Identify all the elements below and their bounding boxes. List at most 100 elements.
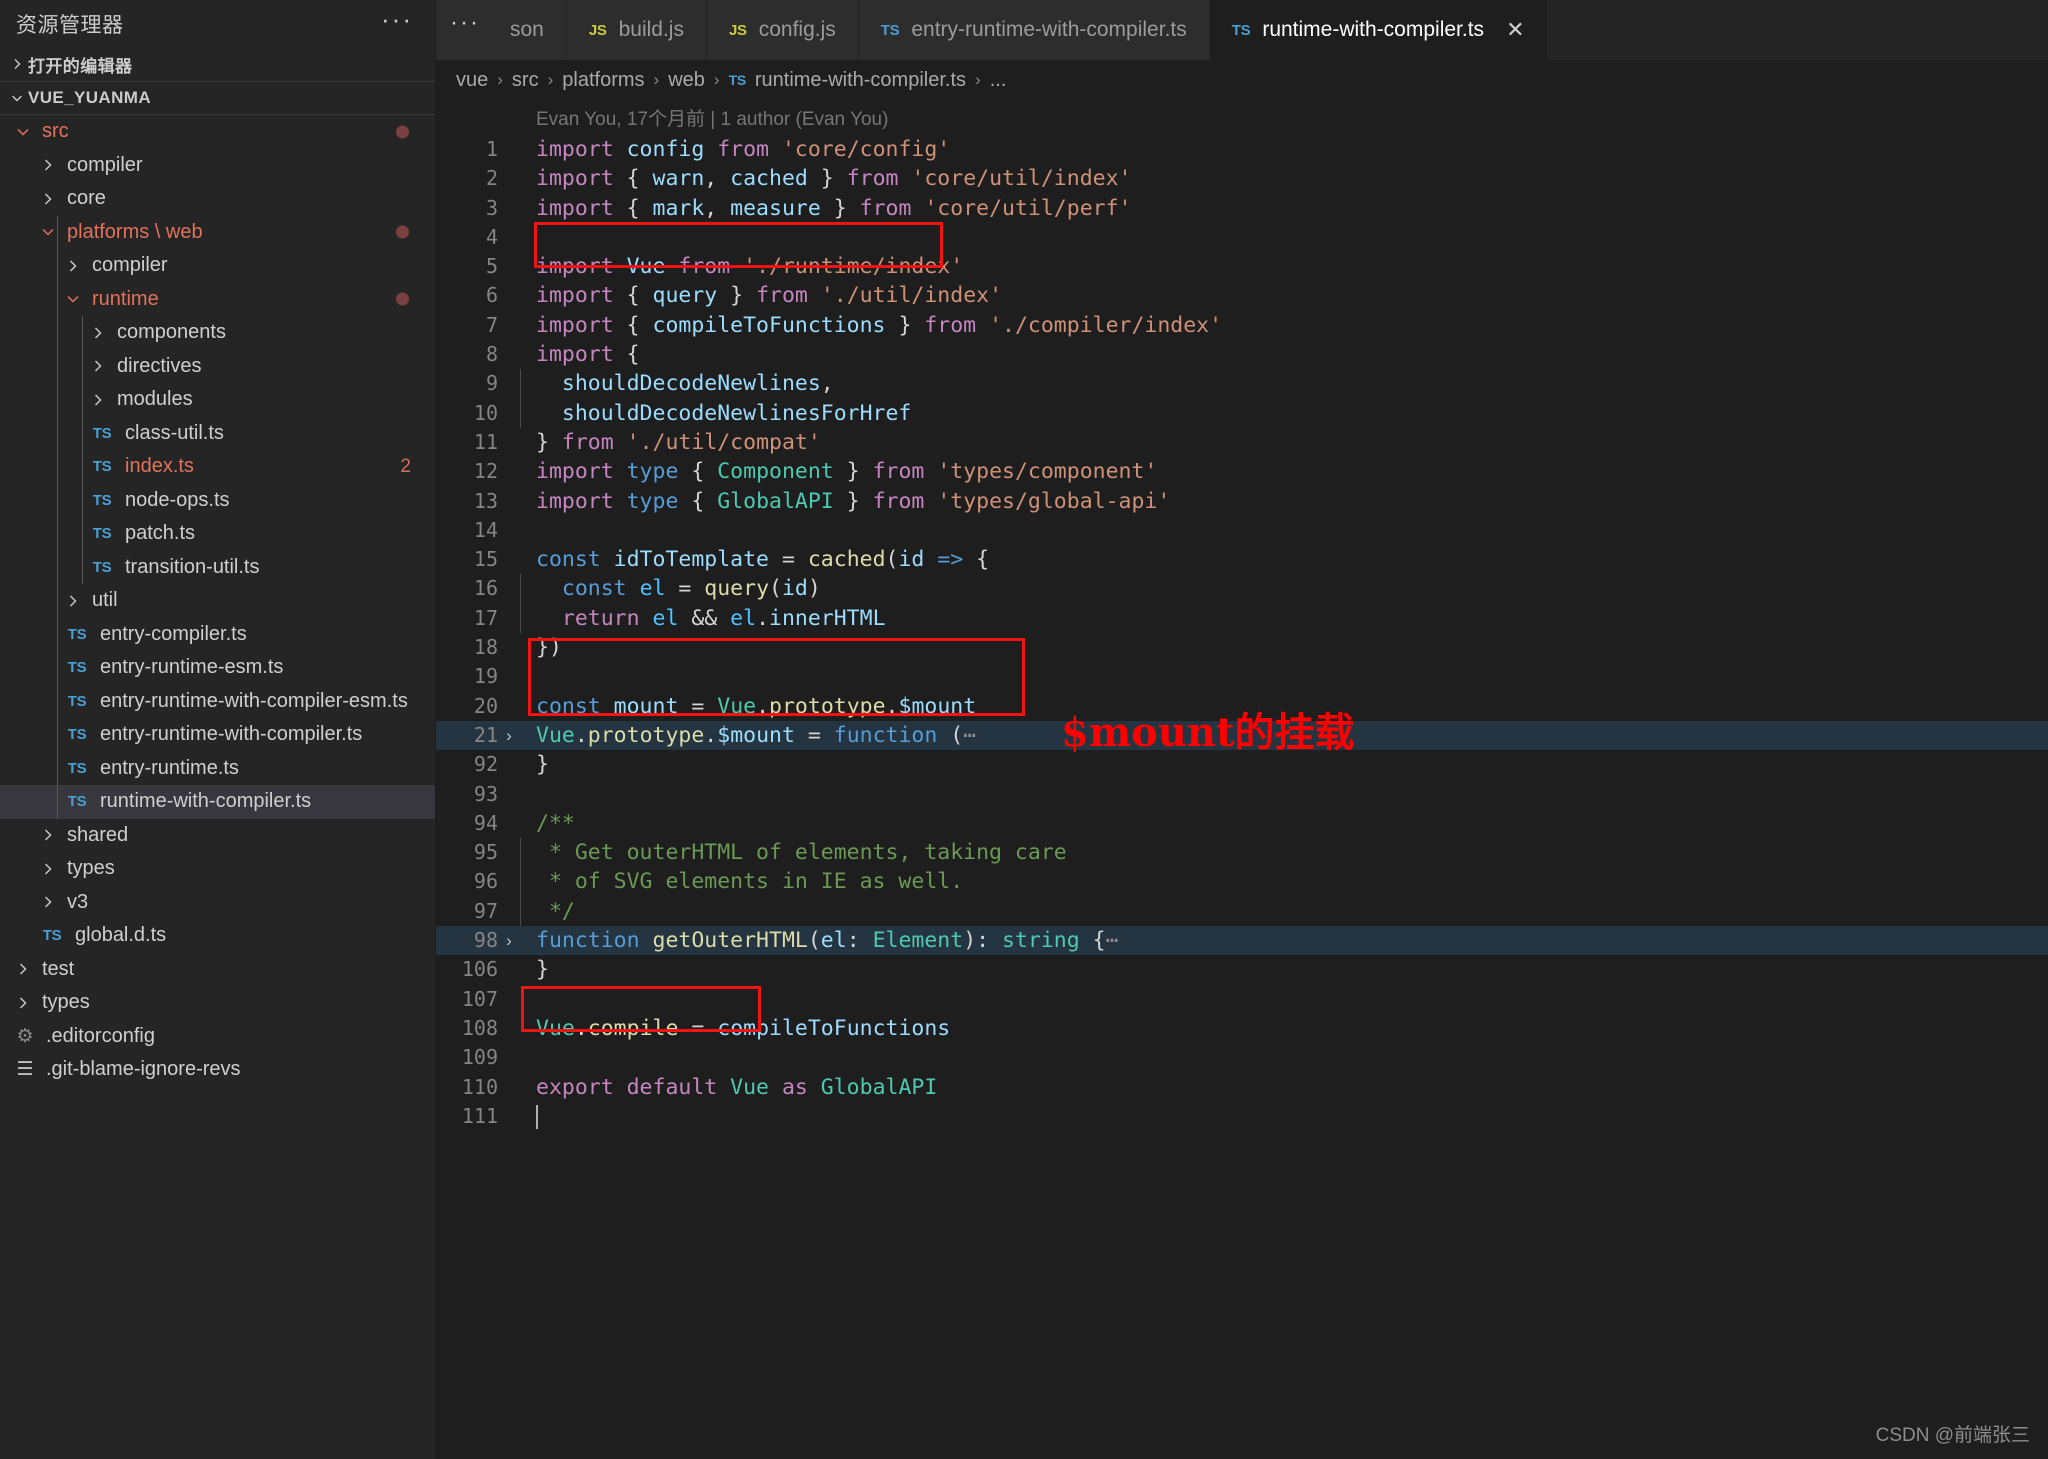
close-icon[interactable]: ✕ (1506, 17, 1524, 43)
fold-collapsed-icon[interactable]: › (498, 721, 520, 750)
fold-collapsed-icon[interactable]: › (498, 926, 520, 955)
editor-tab[interactable]: ··· son (436, 0, 567, 60)
tree-folder-row[interactable]: directives (0, 350, 435, 384)
code-line[interactable]: 8 import { (436, 340, 2048, 369)
code-line[interactable]: 11} from './util/compat' (436, 428, 2048, 457)
editor-tab[interactable]: JS config.js (706, 0, 859, 60)
editor-tab[interactable]: JS build.js (566, 0, 707, 60)
tree-folder-row[interactable]: shared (0, 819, 435, 853)
code-line[interactable]: 96 * of SVG elements in IE as well. (436, 867, 2048, 897)
code-line[interactable]: 19 (436, 662, 2048, 691)
code-line[interactable]: 98 › function getOuterHTML(el: Element): s… (436, 926, 2048, 956)
tree-folder-row[interactable]: src (0, 115, 435, 149)
code-line[interactable]: 3 import { mark, measure } from 'core/uti… (436, 194, 2048, 223)
tree-file-row[interactable]: TS node-ops.ts (0, 484, 435, 518)
tree-file-row[interactable]: TS entry-runtime-with-compiler-esm.ts (0, 685, 435, 719)
code-line[interactable]: 107 (436, 985, 2048, 1014)
breadcrumb-item[interactable]: platforms (562, 69, 644, 92)
breadcrumb-file[interactable]: runtime-with-compiler.ts (755, 69, 966, 92)
breadcrumb[interactable]: vue › src › platforms › web › TS runtime-with-com… (436, 60, 2048, 100)
code-token: function (536, 928, 653, 954)
breadcrumb-item[interactable]: src (512, 69, 539, 92)
tree-file-row[interactable]: TS class-util.ts (0, 417, 435, 451)
tree-item-label: util (92, 589, 118, 612)
tree-folder-row[interactable]: runtime (0, 283, 435, 317)
code-line[interactable]: 95 * Get outerHTML of elements, taking c… (436, 838, 2048, 868)
code-line[interactable]: 108 Vue.compile = compileToFunctions (436, 1014, 2048, 1043)
code-line[interactable]: 15 const idToTemplate = cached(id => { (436, 545, 2048, 574)
tree-file-row[interactable]: TS entry-runtime-with-compiler.ts (0, 718, 435, 752)
code-line[interactable]: 16 const el = query(id) (436, 574, 2048, 604)
tree-file-row[interactable]: TS entry-runtime-esm.ts (0, 651, 435, 685)
tree-folder-row[interactable]: util (0, 584, 435, 618)
code-line[interactable]: 106} (436, 955, 2048, 984)
line-number: 7 (485, 312, 498, 337)
code-line[interactable]: 17 return el && el.innerHTML (436, 603, 2048, 634)
code-line[interactable]: 10 shouldDecodeNewlinesForHref (436, 398, 2048, 428)
tree-folder-row[interactable]: compiler (0, 149, 435, 183)
code-line[interactable]: 2 import { warn, cached } from 'core/util… (436, 164, 2048, 193)
code-line[interactable]: 109 (436, 1043, 2048, 1072)
line-number: 19 (473, 664, 498, 689)
code-line[interactable]: 93 (436, 780, 2048, 809)
tree-folder-row[interactable]: types (0, 852, 435, 886)
tree-item-label: modules (117, 388, 193, 411)
code-line[interactable]: 18}) (436, 633, 2048, 662)
tree-folder-row[interactable]: components (0, 316, 435, 350)
code-token: = (665, 576, 705, 602)
line-number: 111 (461, 1103, 498, 1128)
breadcrumb-more[interactable]: ... (990, 69, 1007, 92)
code-line[interactable]: 4 (436, 223, 2048, 252)
tree-file-row[interactable]: TS global.d.ts (0, 919, 435, 953)
code-line[interactable]: 14 (436, 516, 2048, 545)
tree-folder-row[interactable]: test (0, 953, 435, 987)
tree-folder-row[interactable]: v3 (0, 886, 435, 920)
tree-file-row[interactable]: TS transition-util.ts (0, 551, 435, 585)
breadcrumb-item[interactable]: web (668, 69, 705, 92)
tree-file-row[interactable]: TS runtime-with-compiler.ts (0, 785, 435, 819)
tree-item-label: node-ops.ts (125, 488, 230, 511)
explorer-title: 资源管理器 (16, 13, 124, 37)
tree-file-row[interactable]: TS entry-runtime.ts (0, 752, 435, 786)
tree-folder-row[interactable]: platforms \ web (0, 216, 435, 250)
tree-file-row[interactable]: ⚙ .editorconfig (0, 1020, 435, 1054)
tree-folder-row[interactable]: core (0, 182, 435, 216)
tree-file-row[interactable]: ☰ .git-blame-ignore-revs (0, 1053, 435, 1087)
tree-folder-row[interactable]: compiler (0, 249, 435, 283)
tree-folder-row[interactable]: modules (0, 383, 435, 417)
editor-tab[interactable]: TS entry-runtime-with-compiler.ts (858, 0, 1210, 60)
tree-file-row[interactable]: TS index.ts 2 (0, 450, 435, 484)
tree-folder-row[interactable]: types (0, 986, 435, 1020)
code-token: . (704, 722, 718, 748)
tabs-overflow-icon[interactable]: ··· (436, 11, 498, 42)
open-editors-section[interactable]: 打开的编辑器 (0, 47, 435, 81)
code-token: import (536, 254, 627, 280)
more-actions-icon[interactable]: ··· (381, 6, 413, 34)
tree-item-label: core (67, 187, 106, 210)
text-cursor (536, 1104, 538, 1129)
code-line[interactable]: 94 /** (436, 809, 2048, 838)
code-line[interactable]: 1 import config from 'core/config' (436, 135, 2048, 164)
code-line[interactable]: 110 export default Vue as GlobalAPI (436, 1073, 2048, 1102)
vscode-window: 资源管理器 ··· 打开的编辑器 VUE_YUANMA src compiler c… (0, 0, 2048, 1459)
code-editor[interactable]: 1 import config from 'core/config' 2 import… (436, 135, 2048, 1459)
code-line[interactable]: 111 (436, 1102, 2048, 1131)
code-line[interactable]: 9 shouldDecodeNewlines, (436, 369, 2048, 399)
code-line[interactable]: 13 import type { GlobalAPI } from 'types/… (436, 487, 2048, 516)
workspace-section[interactable]: VUE_YUANMA (0, 81, 435, 115)
code-line[interactable]: 12 import type { Component } from 'types/… (436, 457, 2048, 486)
code-token: shouldDecodeNewlinesForHref (561, 400, 912, 426)
tree-item-label: index.ts (125, 455, 194, 478)
code-line[interactable]: 6 import { query } from './util/index' (436, 281, 2048, 310)
typescript-file-icon: TS (67, 726, 87, 744)
breadcrumb-item[interactable]: vue (456, 69, 488, 92)
tree-file-row[interactable]: TS patch.ts (0, 517, 435, 551)
tree-file-row[interactable]: TS entry-compiler.ts (0, 618, 435, 652)
code-text: const idToTemplate = cached(id => { (520, 545, 989, 574)
chevron-right-icon (10, 961, 36, 977)
code-line[interactable]: 7 import { compileToFunctions } from './c… (436, 311, 2048, 340)
code-line[interactable]: 5 import Vue from './runtime/index' (436, 252, 2048, 281)
editor-tab[interactable]: TS runtime-with-compiler.ts ✕ (1209, 0, 1548, 60)
code-line[interactable]: 97 */ (436, 896, 2048, 927)
